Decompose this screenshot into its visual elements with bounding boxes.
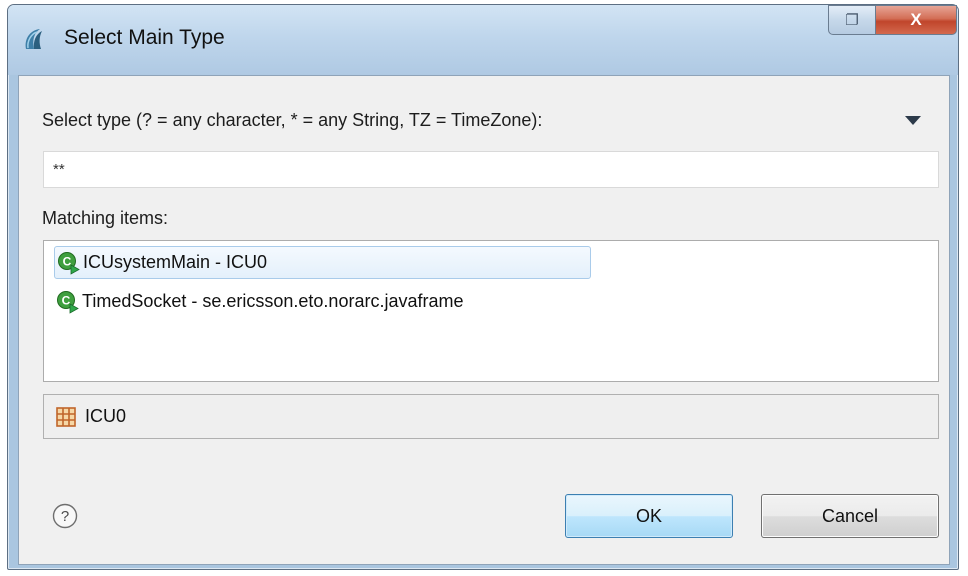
svg-text:C: C [63,254,72,268]
list-item[interactable]: C ICUsystemMain - ICU0 [54,246,591,279]
main-class-icon: C [58,251,80,275]
list-item-label: ICUsystemMain - ICU0 [83,252,268,272]
package-icon [56,406,76,427]
dialog-content: Select type (? = any character, * = any … [18,75,950,565]
package-name: ICU0 [85,406,127,426]
close-icon: X [910,10,922,29]
restore-icon: ❐ [845,12,859,29]
list-item[interactable]: C TimedSocket - se.ericsson.eto.norarc.j… [54,285,463,318]
restore-button[interactable]: ❐ [828,5,876,35]
select-type-label: Select type (? = any character, * = any … [42,110,543,130]
eclipse-app-icon [25,29,42,49]
list-item-label: TimedSocket - se.ericsson.eto.norarc.jav… [82,291,464,311]
help-icon[interactable]: ? [52,503,78,529]
title-bar[interactable]: Select Main Type ❐ X [8,5,958,75]
matching-items-list[interactable]: C ICUsystemMain - ICU0 C TimedSocket - s… [43,240,939,382]
window-title: Select Main Type [64,26,225,49]
cancel-button[interactable]: Cancel [761,494,939,538]
selected-package-bar: ICU0 [43,394,939,439]
type-filter-input[interactable] [43,151,939,188]
background-edge [0,0,6,576]
main-class-icon: C [57,290,79,314]
view-menu-dropdown-icon[interactable] [905,116,921,125]
ok-button[interactable]: OK [565,494,733,538]
select-main-type-dialog: Select Main Type ❐ X Select type (? = an… [7,4,959,570]
matching-items-label: Matching items: [42,208,169,228]
close-button[interactable]: X [875,5,957,35]
svg-text:C: C [62,293,71,307]
svg-text:?: ? [61,508,69,525]
